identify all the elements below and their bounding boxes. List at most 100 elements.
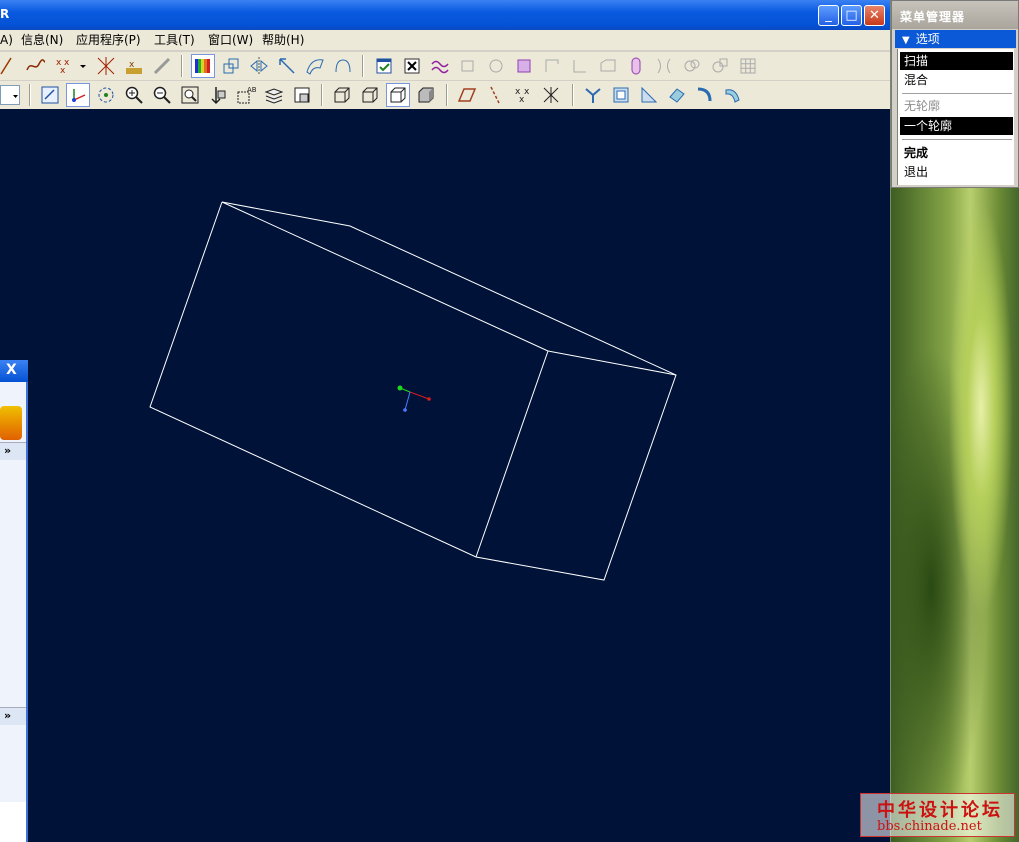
layers-icon[interactable] <box>262 83 286 107</box>
chamfer-icon[interactable] <box>596 54 620 78</box>
extend-icon[interactable] <box>665 83 689 107</box>
move-icon[interactable] <box>275 54 299 78</box>
datum-points-icon[interactable]: xxx <box>511 83 535 107</box>
coordinate-system-icon[interactable]: x <box>122 54 146 78</box>
menu-option-blend[interactable]: 混合 <box>900 71 1013 89</box>
menu-item-tools[interactable]: 工具(T) <box>154 31 195 49</box>
view-dropdown[interactable] <box>0 85 20 105</box>
thicken-icon[interactable] <box>693 83 717 107</box>
title-bar[interactable]: R _ □ ✕ <box>0 0 890 30</box>
floating-side-panel: X » » <box>0 360 28 842</box>
datum-axes-icon[interactable] <box>483 83 507 107</box>
csys-icon[interactable] <box>539 83 563 107</box>
draft-icon[interactable] <box>680 54 704 78</box>
side-panel-titlebar[interactable]: X <box>0 360 28 382</box>
zoom-in-icon[interactable] <box>122 83 146 107</box>
analysis-curve-icon[interactable] <box>150 54 174 78</box>
triangle-down-icon: ▼ <box>902 35 910 46</box>
point-icon[interactable]: xxx <box>52 54 76 78</box>
line-icon[interactable] <box>0 54 20 78</box>
solidify-icon[interactable] <box>721 83 745 107</box>
boundary-icon[interactable] <box>331 54 355 78</box>
spin-center-icon[interactable] <box>66 83 90 107</box>
trim-icon[interactable] <box>581 83 605 107</box>
zoom-out-icon[interactable] <box>150 83 174 107</box>
sweep-icon[interactable] <box>512 54 536 78</box>
box-end-vertical-edge <box>475 350 549 558</box>
view-orient-icon[interactable] <box>206 83 230 107</box>
cad-main-window: R _ □ ✕ A) 信息(N) 应用程序(P) 工具(T) 窗口(W) 帮助(… <box>0 0 890 842</box>
svg-text:x: x <box>129 60 135 70</box>
menu-option-sweep[interactable]: 扫描 <box>900 52 1013 70</box>
side-panel-close-button[interactable]: X <box>6 362 17 378</box>
chevron-right-icon[interactable]: » <box>4 444 11 457</box>
svg-text:x: x <box>519 95 525 105</box>
side-panel-logo-icon <box>0 406 22 440</box>
round-icon[interactable] <box>568 54 592 78</box>
svg-text:x: x <box>524 87 530 97</box>
menu-manager-title: 菜单管理器 <box>900 10 966 24</box>
menu-item-applications[interactable]: 应用程序(P) <box>76 31 141 49</box>
tangent-icon[interactable] <box>637 83 661 107</box>
wireframe-model <box>149 201 677 581</box>
spline-icon[interactable] <box>24 54 48 78</box>
rib-icon[interactable] <box>652 54 676 78</box>
minimize-button[interactable]: _ <box>818 5 839 26</box>
dropdown-arrow-icon[interactable] <box>76 54 90 78</box>
offset-icon[interactable] <box>609 83 633 107</box>
surface-icon[interactable] <box>303 54 327 78</box>
menu-item-help[interactable]: 帮助(H) <box>262 31 304 49</box>
view-manager-icon[interactable] <box>290 83 314 107</box>
menu-option-quit[interactable]: 退出 <box>900 163 1013 181</box>
toolbar-row-2: AB xxx <box>0 81 890 109</box>
graphics-area[interactable] <box>0 109 890 842</box>
shading-icon[interactable] <box>414 83 438 107</box>
menu-option-done[interactable]: 完成 <box>900 144 1013 162</box>
refit-icon[interactable] <box>178 83 202 107</box>
no-hidden-icon[interactable] <box>386 83 410 107</box>
pattern-icon[interactable] <box>708 54 732 78</box>
copy-icon[interactable] <box>219 54 243 78</box>
menu-bar: A) 信息(N) 应用程序(P) 工具(T) 窗口(W) 帮助(H) <box>0 30 890 50</box>
repaint-icon[interactable] <box>38 83 62 107</box>
menu-section-header[interactable]: ▼ 选项 <box>895 30 1016 48</box>
menu-item-window[interactable]: 窗口(W) <box>208 31 253 49</box>
desktop-wallpaper <box>891 188 1019 842</box>
feature-check-icon[interactable] <box>372 54 396 78</box>
menu-item-partial[interactable]: A) <box>0 31 13 49</box>
forum-watermark: 中华设计论坛 bbs.chinade.net <box>860 793 1015 837</box>
hole-icon[interactable] <box>540 54 564 78</box>
shell-icon[interactable] <box>624 54 648 78</box>
menu-separator <box>902 93 1012 94</box>
cancel-feature-icon[interactable] <box>400 54 424 78</box>
svg-text:x: x <box>60 66 66 76</box>
menu-option-no-profile[interactable]: 无轮廓 <box>900 97 1013 115</box>
close-button[interactable]: ✕ <box>864 5 885 26</box>
grid-icon[interactable] <box>736 54 760 78</box>
mirror-icon[interactable] <box>247 54 271 78</box>
menu-option-one-profile[interactable]: 一个轮廓 <box>900 117 1013 135</box>
box-top-edge <box>221 201 549 352</box>
menu-manager-titlebar[interactable]: 菜单管理器 <box>892 1 1018 29</box>
menu-options-list: 扫描 混合 无轮廓 一个轮廓 完成 退出 <box>897 49 1014 185</box>
hidden-line-icon[interactable] <box>358 83 382 107</box>
toolbar-separator <box>572 84 574 106</box>
wireframe-icon[interactable] <box>330 83 354 107</box>
chevron-right-icon[interactable]: » <box>4 709 11 722</box>
saved-views-icon[interactable]: AB <box>234 83 258 107</box>
sketch-icon[interactable] <box>428 54 452 78</box>
revolve-icon[interactable] <box>484 54 508 78</box>
extrude-icon[interactable] <box>456 54 480 78</box>
maximize-button[interactable]: □ <box>841 5 862 26</box>
datum-point-icon[interactable] <box>94 54 118 78</box>
toolbar-row-1: xxx x <box>0 52 890 80</box>
side-panel-row: » <box>0 707 26 725</box>
coordinate-triad <box>397 385 431 412</box>
orient-icon[interactable] <box>94 83 118 107</box>
toolbar-separator <box>181 55 183 77</box>
watermark-url: bbs.chinade.net <box>877 819 982 834</box>
menu-item-info[interactable]: 信息(N) <box>21 31 63 49</box>
side-panel-row: » <box>0 442 26 460</box>
color-appearance-icon[interactable] <box>191 54 215 78</box>
datum-planes-icon[interactable] <box>455 83 479 107</box>
